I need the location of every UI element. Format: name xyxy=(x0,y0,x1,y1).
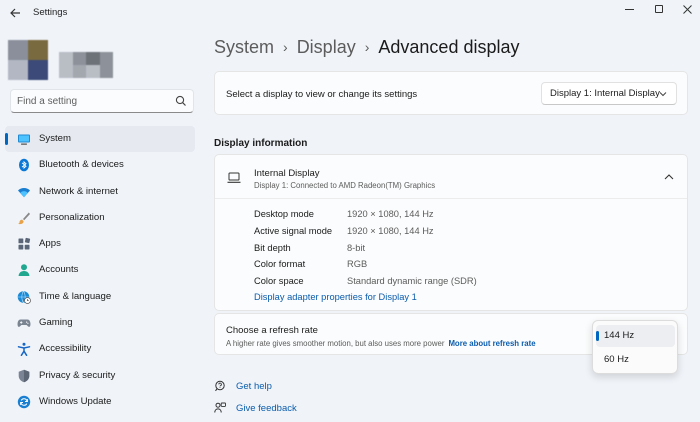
sidebar-item-privacy-security[interactable]: Privacy & security xyxy=(5,363,195,389)
display-select-card: Select a display to view or change its s… xyxy=(214,71,688,115)
info-value: Standard dynamic range (SDR) xyxy=(347,276,477,287)
minimize-icon xyxy=(624,8,634,10)
display-subtitle: Display 1: Connected to AMD Radeon(TM) G… xyxy=(254,181,436,190)
sidebar-item-gaming[interactable]: Gaming xyxy=(5,310,195,336)
info-key: Color format xyxy=(254,259,306,270)
info-key: Desktop mode xyxy=(254,209,314,219)
bluetooth-icon xyxy=(19,158,29,172)
display-dropdown-value: Display 1: Internal Display xyxy=(550,88,660,99)
sidebar-item-label: Accessibility xyxy=(39,343,92,355)
sidebar-item-windows-update[interactable]: Windows Update xyxy=(5,389,195,415)
sidebar-item-apps[interactable]: Apps xyxy=(5,231,195,257)
refresh-rate-description: A higher rate gives smoother motion, but… xyxy=(226,339,536,348)
display-name: Internal Display xyxy=(254,168,320,179)
info-value: 1920 × 1080, 144 Hz xyxy=(347,225,434,236)
sidebar-item-accounts[interactable]: Accounts xyxy=(5,257,195,283)
display-info-card: Internal Display Display 1: Connected to… xyxy=(214,154,688,311)
sidebar-item-accessibility[interactable]: Accessibility xyxy=(5,336,195,362)
apps-icon xyxy=(18,238,31,250)
refresh-rate-dropdown-menu: 144 Hz 60 Hz xyxy=(592,320,678,374)
chevron-up-icon[interactable] xyxy=(663,173,675,181)
maximize-button[interactable] xyxy=(644,0,674,18)
sidebar-item-label: Privacy & security xyxy=(39,369,116,381)
sidebar-item-time-language[interactable]: Time & language xyxy=(5,284,195,310)
sidebar-item-label: Network & internet xyxy=(39,185,118,197)
chevron-right-icon: › xyxy=(283,39,288,55)
option-label: 60 Hz xyxy=(604,354,629,365)
info-key: Color space xyxy=(254,276,304,287)
monitor-icon xyxy=(18,134,30,145)
breadcrumb: System › Display › Advanced display xyxy=(214,34,519,60)
adapter-properties-link[interactable]: Display adapter properties for Display 1 xyxy=(254,292,417,302)
globe-clock-icon xyxy=(17,290,31,304)
close-icon xyxy=(682,4,692,14)
sidebar-item-label: Gaming xyxy=(39,317,73,329)
sidebar-item-bluetooth[interactable]: Bluetooth & devices xyxy=(5,152,195,178)
sidebar-item-label: Windows Update xyxy=(39,395,112,407)
app-title: Settings xyxy=(33,7,68,18)
help-icon xyxy=(215,380,225,392)
info-key: Bit depth xyxy=(254,242,291,253)
give-feedback-link[interactable]: Give feedback xyxy=(214,400,297,416)
search-icon[interactable] xyxy=(175,95,187,107)
sidebar-nav: System Bluetooth & devices Network & int… xyxy=(5,126,195,415)
refresh-option-60[interactable]: 60 Hz xyxy=(596,349,675,371)
display-select-label: Select a display to view or change its s… xyxy=(226,89,418,100)
person-icon xyxy=(18,264,30,277)
info-row: Desktop mode 1920 × 1080, 144 Hz xyxy=(254,207,654,224)
user-name-blurred xyxy=(59,52,113,78)
title-bar: Settings xyxy=(0,0,700,26)
minimize-button[interactable] xyxy=(614,0,644,18)
refresh-option-144[interactable]: 144 Hz xyxy=(596,325,675,347)
info-row: Color space Standard dynamic range (SDR) xyxy=(254,274,654,291)
info-key: Active signal mode xyxy=(254,225,333,236)
get-help-link[interactable]: Get help xyxy=(214,378,272,394)
info-row: Bit depth 8-bit xyxy=(254,241,654,258)
back-button[interactable] xyxy=(6,4,24,22)
info-row: Color format RGB xyxy=(254,257,654,274)
option-label: 144 Hz xyxy=(604,330,635,341)
info-value: 1920 × 1080, 144 Hz xyxy=(347,209,434,219)
info-row: Active signal mode 1920 × 1080, 144 Hz xyxy=(254,224,654,241)
shield-icon xyxy=(18,369,30,382)
sidebar-item-label: System xyxy=(39,133,71,144)
sidebar-item-label: Bluetooth & devices xyxy=(39,159,124,171)
search-box[interactable] xyxy=(10,89,194,113)
avatar[interactable] xyxy=(8,40,48,80)
sidebar-item-personalization[interactable]: Personalization xyxy=(5,205,195,231)
sidebar-item-label: Accounts xyxy=(39,264,79,276)
display-info-rows: Desktop mode 1920 × 1080, 144 Hz Active … xyxy=(254,207,654,291)
display-info-header[interactable]: Internal Display Display 1: Connected to… xyxy=(215,155,687,199)
update-icon xyxy=(17,395,31,409)
info-value: 8-bit xyxy=(347,242,366,253)
refresh-rate-description-text: A higher rate gives smoother motion, but… xyxy=(226,339,445,348)
sidebar-item-network[interactable]: Network & internet xyxy=(5,179,195,205)
refresh-rate-more-link[interactable]: More about refresh rate xyxy=(448,339,535,348)
display-dropdown[interactable]: Display 1: Internal Display xyxy=(541,82,677,105)
info-value: RGB xyxy=(347,259,368,270)
search-input[interactable] xyxy=(17,94,167,109)
maximize-icon xyxy=(655,5,663,13)
refresh-rate-title: Choose a refresh rate xyxy=(226,325,318,336)
wifi-icon xyxy=(18,187,30,197)
chevron-right-icon: › xyxy=(364,39,370,55)
chevron-down-icon xyxy=(659,92,667,97)
breadcrumb-display[interactable]: Display xyxy=(297,37,356,58)
feedback-icon xyxy=(214,402,226,413)
laptop-icon xyxy=(227,172,241,183)
sidebar-item-label: Personalization xyxy=(39,211,105,223)
close-button[interactable] xyxy=(672,0,700,18)
paintbrush-icon xyxy=(18,212,30,225)
give-feedback-label: Give feedback xyxy=(236,402,297,414)
get-help-label: Get help xyxy=(236,380,272,392)
sidebar-item-label: Apps xyxy=(39,238,61,250)
accessibility-icon xyxy=(17,343,31,357)
breadcrumb-system[interactable]: System xyxy=(214,37,274,58)
sidebar-item-system[interactable]: System xyxy=(5,126,195,152)
page-title: Advanced display xyxy=(378,36,520,57)
back-arrow-icon xyxy=(9,8,20,18)
sidebar-item-label: Time & language xyxy=(39,290,112,302)
section-title: Display information xyxy=(214,138,308,149)
gamepad-icon xyxy=(17,319,31,327)
